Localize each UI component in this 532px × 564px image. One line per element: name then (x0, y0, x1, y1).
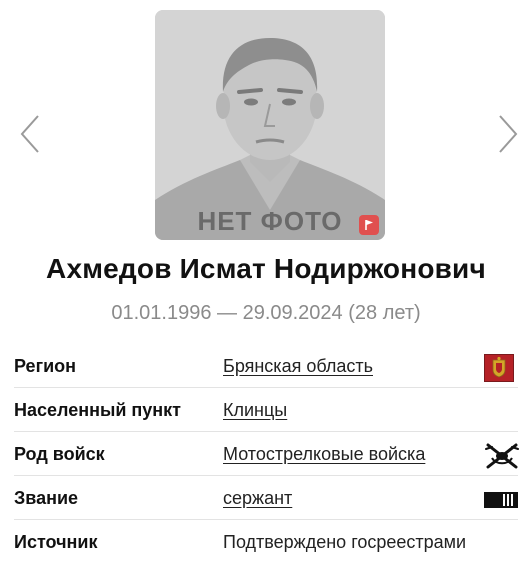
next-photo-button[interactable] (494, 112, 522, 156)
chevron-left-icon (20, 115, 39, 153)
rank-link[interactable]: сержант (223, 488, 292, 509)
detail-row-rank: Звание сержант (14, 480, 532, 520)
region-link[interactable]: Брянская область (223, 356, 373, 377)
detail-row-region: Регион Брянская область (14, 348, 532, 388)
rank-label: Звание (14, 488, 79, 508)
locality-label: Населенный пункт (14, 400, 182, 420)
source-value: Подтверждено госреестрами (223, 532, 467, 552)
locality-link[interactable]: Клинцы (223, 400, 287, 421)
row-divider (14, 431, 518, 432)
region-coat-of-arms-icon (484, 354, 514, 382)
prev-photo-button[interactable] (16, 112, 44, 156)
service-branch-link[interactable]: Мотострелковые войска (223, 444, 425, 465)
person-photo: НЕТ ФОТО (155, 10, 385, 240)
flag-icon (365, 220, 373, 230)
region-label: Регион (14, 356, 76, 376)
service-branch-label: Род войск (14, 444, 105, 464)
chevron-right-icon (499, 115, 518, 153)
detail-row-locality: Населенный пункт Клинцы (14, 392, 532, 432)
report-photo-button[interactable] (359, 215, 379, 235)
sergeant-rank-icon (484, 492, 518, 508)
motor-rifle-emblem-icon (485, 443, 519, 469)
row-divider (14, 519, 518, 520)
detail-row-service-branch: Род войск Мотострелковые войска (14, 436, 532, 476)
no-photo-label: НЕТ ФОТО (197, 206, 343, 236)
row-divider (14, 387, 518, 388)
detail-row-source: Источник Подтверждено госреестрами (14, 524, 532, 564)
person-life-dates: 01.01.1996 — 29.09.2024 (28 лет) (111, 302, 421, 324)
person-name: Ахмедов Исмат Нодиржонович (46, 253, 486, 284)
source-label: Источник (14, 532, 98, 552)
row-divider (14, 475, 518, 476)
